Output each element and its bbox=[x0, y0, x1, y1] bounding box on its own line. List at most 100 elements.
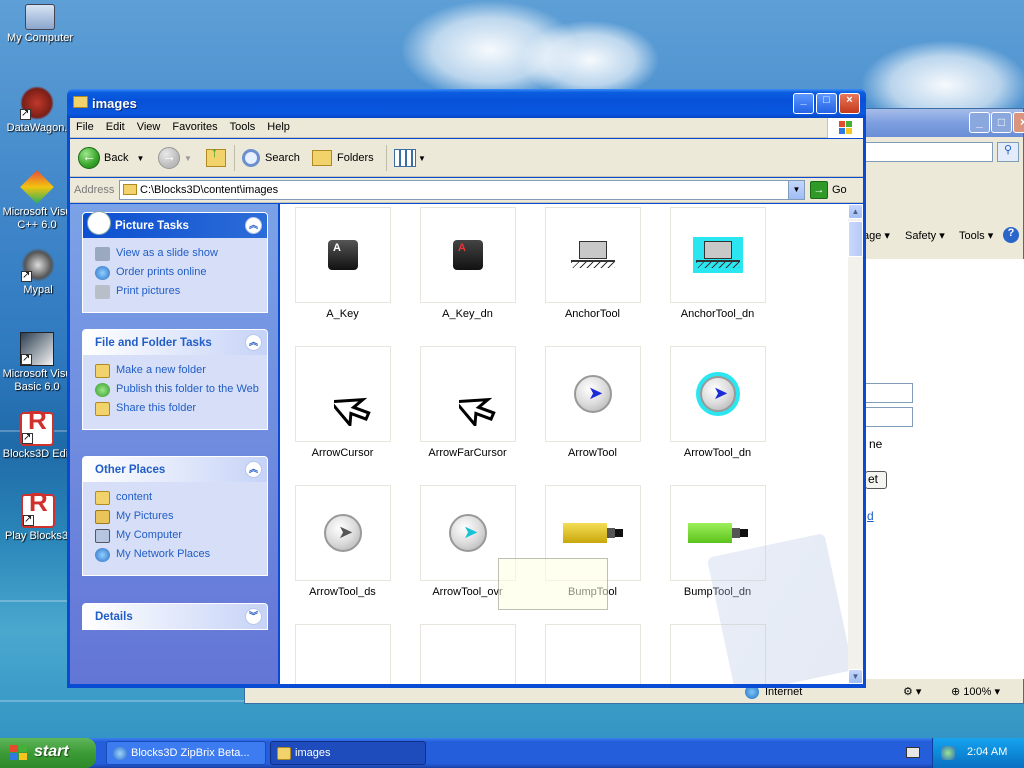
file-name: AnchorTool bbox=[564, 308, 621, 320]
chevron-down-icon[interactable]: ▼ bbox=[788, 181, 804, 199]
file-item[interactable] bbox=[530, 621, 655, 684]
computer-icon bbox=[95, 529, 110, 543]
link-label: Publish this folder to the Web bbox=[116, 383, 259, 395]
scroll-thumb[interactable] bbox=[848, 221, 863, 257]
back-button[interactable]: ← Back ▼ bbox=[78, 145, 144, 171]
file-item[interactable]: AnchorTool bbox=[530, 204, 655, 343]
page-menu[interactable]: age ▾ bbox=[863, 229, 890, 242]
file-name: ArrowTool bbox=[568, 447, 617, 459]
close-button[interactable]: × bbox=[839, 93, 860, 114]
desktop-icon-vc6[interactable]: Microsoft Visu C++ 6.0 bbox=[0, 170, 77, 232]
collapse-chevron-icon[interactable]: ︽ bbox=[245, 334, 262, 351]
up-folder-button[interactable]: ↑ bbox=[206, 144, 226, 171]
search-input[interactable] bbox=[865, 142, 993, 162]
file-item[interactable]: ArrowFarCursor bbox=[405, 343, 530, 482]
folders-button[interactable]: Folders bbox=[312, 145, 374, 171]
chevron-down-icon: ▼ bbox=[418, 153, 426, 163]
safety-menu[interactable]: Safety ▾ bbox=[905, 229, 945, 242]
menu-tools[interactable]: Tools bbox=[224, 118, 262, 133]
form-field[interactable] bbox=[865, 407, 913, 427]
panel-header[interactable]: Picture Tasks ︽ bbox=[83, 211, 267, 238]
collapse-chevron-icon[interactable]: ︽ bbox=[245, 461, 262, 478]
menu-view[interactable]: View bbox=[131, 118, 167, 133]
minimize-button[interactable]: _ bbox=[969, 112, 990, 133]
collapse-chevron-icon[interactable]: ︽ bbox=[245, 217, 262, 234]
menu-favorites[interactable]: Favorites bbox=[166, 118, 223, 133]
form-button[interactable]: et bbox=[865, 471, 887, 489]
maximize-button[interactable]: □ bbox=[991, 112, 1012, 133]
views-button[interactable]: ▼ bbox=[394, 145, 426, 171]
file-item[interactable] bbox=[280, 621, 405, 684]
vertical-scrollbar[interactable]: ▲ ▼ bbox=[848, 204, 863, 684]
search-button[interactable]: Search bbox=[242, 145, 300, 171]
desktop-icon-vb6[interactable]: Microsoft Visu Basic 6.0 bbox=[0, 332, 77, 394]
file-item[interactable]: A A_Key_dn bbox=[405, 204, 530, 343]
desktop-icon-my-computer[interactable]: My Computer bbox=[0, 4, 80, 45]
file-thumbnail bbox=[545, 207, 641, 303]
printer-icon bbox=[95, 285, 110, 299]
zoom-control[interactable]: ⊕ 100% ▾ bbox=[951, 685, 1000, 698]
explorer-window[interactable]: images _ □ × File Edit View Favorites Tools H… bbox=[67, 89, 866, 688]
place-link-network[interactable]: My Network Places bbox=[95, 548, 259, 562]
file-item[interactable]: A A_Key bbox=[280, 204, 405, 343]
place-link-my-computer[interactable]: My Computer bbox=[95, 529, 259, 543]
taskbar-item-images[interactable]: images bbox=[270, 741, 426, 765]
task-link-publish[interactable]: Publish this folder to the Web bbox=[95, 383, 259, 397]
task-link-print[interactable]: Print pictures bbox=[95, 285, 259, 299]
file-item[interactable]: ➤ ArrowTool_ds bbox=[280, 482, 405, 621]
go-label: Go bbox=[832, 184, 847, 196]
menu-file[interactable]: File bbox=[70, 118, 100, 133]
menu-help[interactable]: Help bbox=[261, 118, 296, 133]
forward-button[interactable]: → ▼ bbox=[158, 145, 192, 171]
desktop-icon-blocks3d-edit[interactable]: R Blocks3D Edit bbox=[0, 407, 77, 461]
go-button[interactable]: → Go bbox=[810, 181, 847, 199]
address-value: C:\Blocks3D\content\images bbox=[140, 184, 279, 196]
file-folder-tasks-panel: File and Folder Tasks ︽ Make a new folde… bbox=[82, 329, 268, 430]
tools-menu[interactable]: Tools ▾ bbox=[959, 229, 993, 242]
file-name: ArrowTool_ds bbox=[309, 586, 376, 598]
place-link-my-pictures[interactable]: My Pictures bbox=[95, 510, 259, 524]
expand-chevron-icon[interactable]: ︾ bbox=[245, 608, 262, 625]
file-item[interactable]: ➤ ArrowTool_dn bbox=[655, 343, 780, 482]
task-link-order-prints[interactable]: Order prints online bbox=[95, 266, 259, 280]
menu-edit[interactable]: Edit bbox=[100, 118, 131, 133]
panel-header[interactable]: Other Places ︽ bbox=[83, 457, 267, 482]
file-item[interactable] bbox=[405, 621, 530, 684]
windows-logo-icon bbox=[827, 118, 863, 138]
window-titlebar[interactable]: images _ □ × bbox=[67, 89, 866, 118]
standard-toolbar: ← Back ▼ → ▼ ↑ Search Folders ▼ bbox=[70, 139, 863, 177]
file-thumbnail: A bbox=[420, 207, 516, 303]
network-icon[interactable] bbox=[941, 746, 955, 760]
protected-mode-icon[interactable]: ⚙ ▾ bbox=[903, 685, 921, 698]
task-link-share[interactable]: Share this folder bbox=[95, 402, 259, 416]
search-icon[interactable]: ⚲ bbox=[997, 142, 1019, 162]
task-link-slideshow[interactable]: View as a slide show bbox=[95, 247, 259, 261]
task-link-new-folder[interactable]: Make a new folder bbox=[95, 364, 259, 378]
taskbar-item-label: Blocks3D ZipBrix Beta... bbox=[131, 747, 250, 759]
taskbar-item-browser[interactable]: Blocks3D ZipBrix Beta... bbox=[106, 741, 266, 765]
publish-web-icon bbox=[95, 383, 110, 397]
panel-header[interactable]: File and Folder Tasks ︽ bbox=[83, 330, 267, 355]
keyboard-icon[interactable] bbox=[906, 747, 920, 758]
form-field[interactable] bbox=[865, 383, 913, 403]
close-button[interactable]: × bbox=[1013, 112, 1024, 133]
clock[interactable]: 2:04 AM bbox=[967, 746, 1007, 758]
file-item[interactable]: AnchorTool_dn bbox=[655, 204, 780, 343]
link-label: content bbox=[116, 491, 153, 503]
task-pane: Picture Tasks ︽ View as a slide show Ord… bbox=[70, 204, 278, 684]
panel-header[interactable]: Details ︾ bbox=[83, 604, 267, 629]
desktop-icon-datawagon[interactable]: DataWagon. bbox=[0, 86, 77, 135]
minimize-button[interactable]: _ bbox=[793, 93, 814, 114]
help-icon[interactable]: ? bbox=[1003, 227, 1019, 243]
start-button[interactable]: start bbox=[0, 738, 96, 768]
key-icon: A bbox=[328, 240, 358, 270]
mypal-icon bbox=[21, 248, 55, 282]
file-item[interactable]: ➤ ArrowTool bbox=[530, 343, 655, 482]
maximize-button[interactable]: □ bbox=[816, 93, 837, 114]
file-item[interactable]: ArrowCursor bbox=[280, 343, 405, 482]
scroll-up-button[interactable]: ▲ bbox=[848, 204, 863, 219]
place-link-content[interactable]: content bbox=[95, 491, 259, 505]
address-input[interactable]: C:\Blocks3D\content\images ▼ bbox=[119, 180, 805, 200]
scroll-down-button[interactable]: ▼ bbox=[848, 669, 863, 684]
page-link[interactable]: d bbox=[867, 509, 874, 523]
